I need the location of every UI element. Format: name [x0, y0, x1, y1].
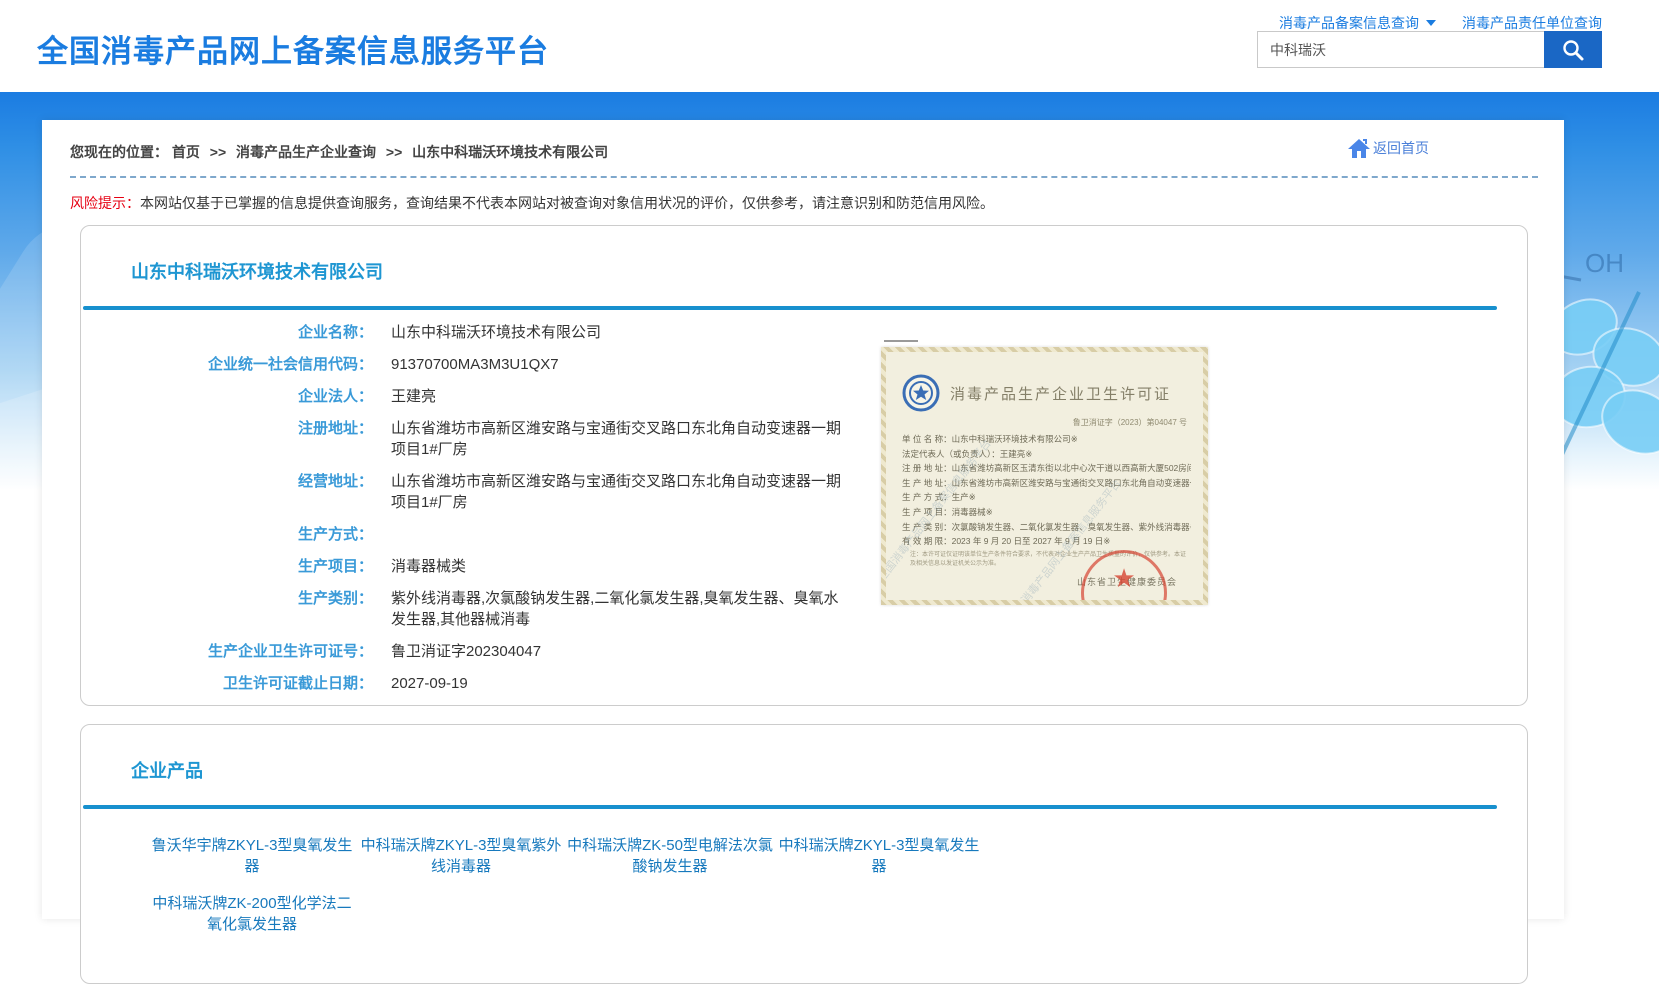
product-link[interactable]: 中科瑞沃牌ZK-50型电解法次氯酸钠发生器	[567, 835, 773, 877]
nav-link-record-info-query[interactable]: 消毒产品备案信息查询	[1279, 13, 1436, 33]
breadcrumb-current-company: 山东中科瑞沃环境技术有限公司	[412, 144, 608, 160]
site-title: 全国消毒产品网上备案信息服务平台	[37, 26, 549, 71]
field-row-company-name: 企业名称： 山东中科瑞沃环境技术有限公司	[81, 322, 1527, 343]
field-row-business-address: 经营地址： 山东省潍坊市高新区潍安路与宝通街交叉路口东北角自动变速器一期项目1#…	[81, 471, 1527, 513]
company-name-title: 山东中科瑞沃环境技术有限公司	[131, 258, 1527, 284]
field-row-production-mode: 生产方式：	[81, 524, 1527, 545]
license-certificate-image: 全国消毒产品网上备案信息服务平台 全国消毒产品网上备案信息服务平台 消毒产品生产…	[881, 347, 1208, 605]
products-card-title: 企业产品	[131, 757, 1527, 783]
nav-link-responsible-unit-query[interactable]: 消毒产品责任单位查询	[1462, 13, 1602, 33]
field-row-registered-address: 注册地址： 山东省潍坊市高新区潍安路与宝通街交叉路口东北角自动变速器一期项目1#…	[81, 418, 1527, 460]
product-link[interactable]: 鲁沃华宇牌ZKYL-3型臭氧发生器	[149, 835, 355, 877]
breadcrumb-link-home[interactable]: 首页	[172, 144, 200, 160]
breadcrumb-separator: >>	[210, 144, 226, 160]
field-row-license-expiry: 卫生许可证截止日期： 2027-09-19	[81, 673, 1527, 694]
back-home-link[interactable]: 返回首页	[1347, 138, 1429, 158]
svg-text:OH: OH	[1585, 248, 1624, 278]
product-link[interactable]: 中科瑞沃牌ZK-200型化学法二氧化氯发生器	[149, 893, 355, 935]
breadcrumb-prefix: 您现在的位置：	[70, 144, 168, 160]
products-card: 企业产品 鲁沃华宇牌ZKYL-3型臭氧发生器 中科瑞沃牌ZKYL-3型臭氧紫外线…	[80, 724, 1528, 984]
page-header: 全国消毒产品网上备案信息服务平台 消毒产品备案信息查询 消毒产品责任单位查询	[0, 0, 1659, 92]
certificate-number: 鲁卫消证字（2023）第04047 号	[886, 417, 1187, 428]
certificate-body: 单 位 名 称：山东中科瑞沃环境技术有限公司※ 法定代表人（或负责人）：王建亮※…	[902, 432, 1191, 549]
company-info-card: 山东中科瑞沃环境技术有限公司 企业名称： 山东中科瑞沃环境技术有限公司 企业统一…	[80, 225, 1528, 706]
product-link[interactable]: 中科瑞沃牌ZKYL-3型臭氧发生器	[776, 835, 982, 877]
field-row-production-category: 生产类别： 紫外线消毒器,次氯酸钠发生器,二氧化氯发生器,臭氧发生器、臭氧水发生…	[81, 588, 1527, 630]
risk-notice: 风险提示：本网站仅基于已掌握的信息提供查询服务，查询结果不代表本网站对被查询对象…	[70, 194, 1536, 213]
search-bar	[1257, 31, 1602, 68]
risk-notice-label: 风险提示：	[70, 195, 140, 211]
card-title-divider	[83, 306, 1497, 310]
top-nav: 消毒产品备案信息查询 消毒产品责任单位查询	[1279, 13, 1602, 33]
dashed-divider	[70, 176, 1538, 178]
card-title-divider	[83, 805, 1497, 809]
field-row-license-number: 生产企业卫生许可证号： 鲁卫消证字202304047	[81, 641, 1527, 662]
breadcrumb-row: 您现在的位置： 首页 >> 消毒产品生产企业查询 >> 山东中科瑞沃环境技术有限…	[70, 142, 1536, 162]
search-icon	[1560, 37, 1586, 63]
breadcrumb: 您现在的位置： 首页 >> 消毒产品生产企业查询 >> 山东中科瑞沃环境技术有限…	[70, 144, 608, 160]
search-button[interactable]	[1544, 31, 1602, 68]
home-icon	[1347, 138, 1371, 158]
certificate-header: 消毒产品生产企业卫生许可证	[902, 374, 1191, 412]
breadcrumb-link-enterprise-query[interactable]: 消毒产品生产企业查询	[236, 144, 376, 160]
certificate-title: 消毒产品生产企业卫生许可证	[950, 383, 1171, 404]
product-link[interactable]: 中科瑞沃牌ZKYL-3型臭氧紫外线消毒器	[358, 835, 564, 877]
risk-notice-text: 本网站仅基于已掌握的信息提供查询服务，查询结果不代表本网站对被查询对象信用状况的…	[140, 195, 994, 211]
field-row-legal-person: 企业法人： 王建亮	[81, 386, 1527, 407]
national-emblem-icon	[902, 374, 940, 412]
company-fields: 企业名称： 山东中科瑞沃环境技术有限公司 企业统一社会信用代码： 9137070…	[81, 322, 1527, 694]
dropdown-caret-icon	[1426, 20, 1436, 26]
image-placeholder-dash	[884, 340, 918, 342]
breadcrumb-separator: >>	[386, 144, 402, 160]
product-list: 鲁沃华宇牌ZKYL-3型臭氧发生器 中科瑞沃牌ZKYL-3型臭氧紫外线消毒器 中…	[149, 835, 1029, 951]
search-input[interactable]	[1257, 31, 1544, 68]
field-row-credit-code: 企业统一社会信用代码： 91370700MA3M3U1QX7	[81, 354, 1527, 375]
field-row-production-project: 生产项目： 消毒器械类	[81, 556, 1527, 577]
content-panel: 您现在的位置： 首页 >> 消毒产品生产企业查询 >> 山东中科瑞沃环境技术有限…	[42, 120, 1564, 919]
